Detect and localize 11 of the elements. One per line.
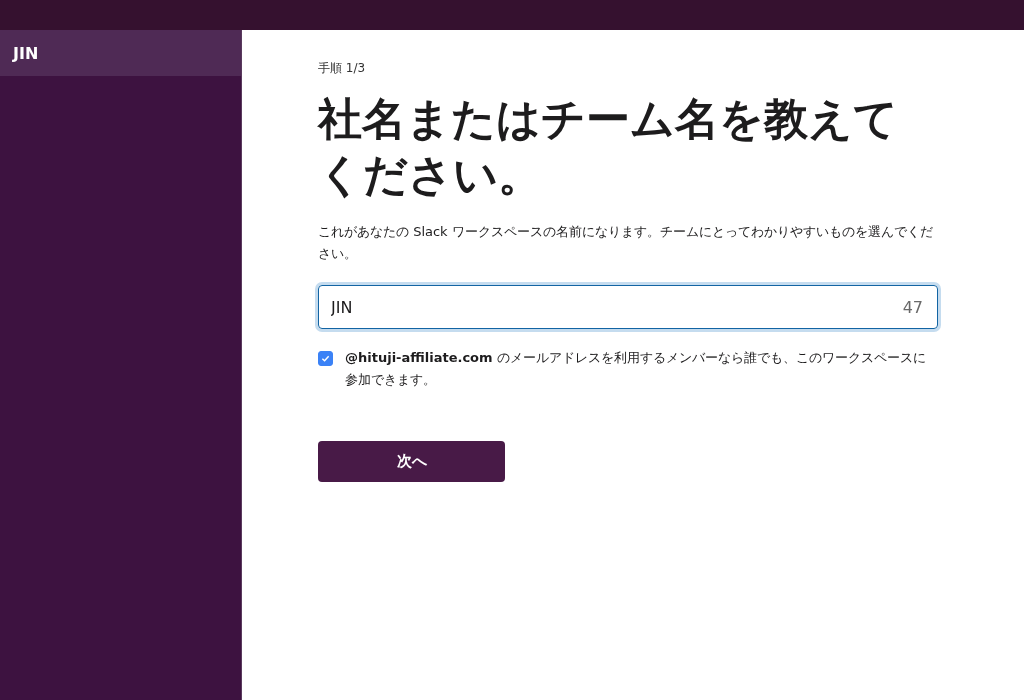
checkmark-icon [321, 354, 330, 363]
next-button[interactable]: 次へ [318, 441, 505, 482]
workspace-name-field[interactable]: JIN 47 [318, 285, 938, 329]
character-count: 47 [902, 297, 923, 317]
description-text: これがあなたの Slack ワークスペースの名前になります。チームにとってわかりやすいものを選んでください。 [318, 223, 934, 263]
page-heading: 社名またはチーム名を教えてください。 [318, 92, 899, 202]
workspace-item[interactable]: JIN [0, 30, 241, 76]
checkbox-label: @hituji-affiliate.com のメールアドレスを利用するメンバーなら誰でも、このワークスペースに参加できます。 [345, 349, 927, 389]
checkbox[interactable] [318, 351, 333, 366]
step-indicator: 手順 1/3 [318, 60, 367, 77]
name-input[interactable]: JIN [331, 297, 903, 317]
